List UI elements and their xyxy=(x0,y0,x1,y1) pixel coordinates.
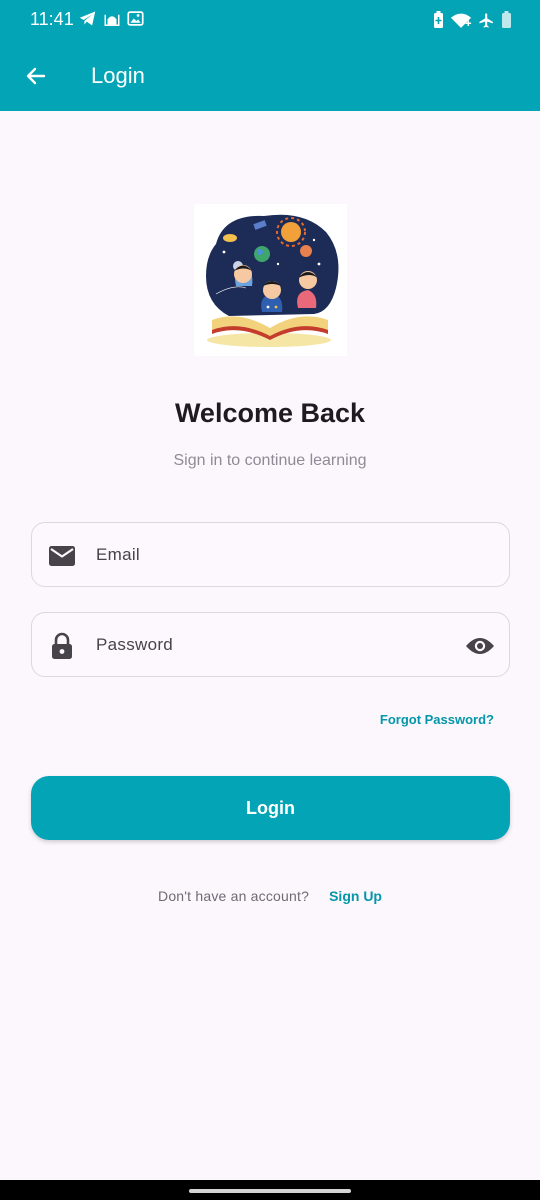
battery-icon xyxy=(502,11,511,28)
status-right-icons xyxy=(433,11,512,29)
signup-link[interactable]: Sign Up xyxy=(329,888,382,904)
back-button[interactable] xyxy=(16,56,56,96)
wifi-icon xyxy=(450,13,472,28)
login-button[interactable]: Login xyxy=(31,776,510,840)
gesture-handle[interactable] xyxy=(189,1189,351,1193)
mosque-icon xyxy=(104,14,120,26)
mail-icon xyxy=(47,541,77,571)
status-bar: 11:41 xyxy=(0,0,540,40)
forgot-password-link[interactable]: Forgot Password? xyxy=(380,712,494,727)
battery-saver-icon xyxy=(434,11,443,28)
image-icon xyxy=(127,11,144,26)
app-bar: Login xyxy=(0,40,540,111)
airplane-icon xyxy=(479,12,493,28)
signup-prompt: Don't have an account? xyxy=(158,888,310,904)
signup-row: Don't have an account? Sign Up xyxy=(0,888,540,904)
login-illustration xyxy=(194,204,347,356)
telegram-icon xyxy=(79,11,96,26)
lock-icon xyxy=(47,631,77,661)
arrow-back-icon xyxy=(26,67,46,85)
welcome-subtitle: Sign in to continue learning xyxy=(173,452,367,469)
status-left-icons xyxy=(78,10,144,27)
welcome-heading: Welcome Back xyxy=(174,398,366,428)
status-time: 11:41 xyxy=(30,9,74,29)
eye-icon[interactable] xyxy=(465,631,495,661)
email-field[interactable]: Email xyxy=(31,522,510,587)
system-nav-bar xyxy=(0,1180,540,1200)
email-placeholder: Email xyxy=(96,545,141,564)
app-bar-title: Login xyxy=(91,63,145,88)
kids-reading-space-illustration xyxy=(206,214,339,347)
password-placeholder: Password xyxy=(96,635,174,654)
password-field[interactable]: Password xyxy=(31,612,510,677)
